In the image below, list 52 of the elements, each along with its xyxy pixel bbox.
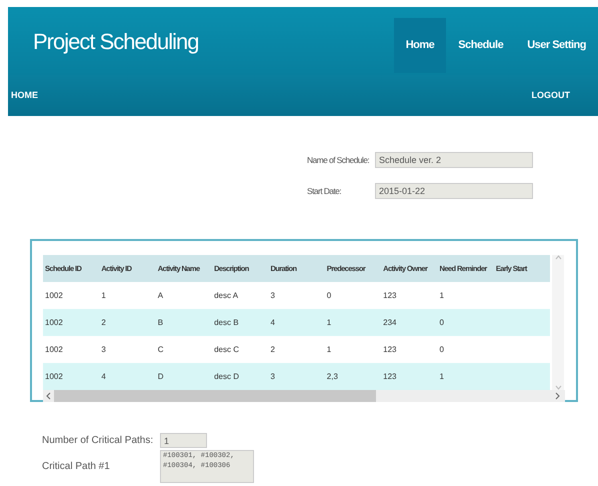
table-cell: 1002 — [45, 344, 63, 354]
table-cell: desc D — [214, 372, 239, 380]
table-cell: A — [158, 290, 164, 300]
field-label: Critical Path #1 — [42, 460, 111, 474]
home-link[interactable]: HOME — [11, 88, 38, 102]
table-cell: 1 — [440, 372, 444, 380]
app-title: Project Scheduling — [32, 28, 198, 56]
field-label: Name of Schedule: — [307, 154, 370, 166]
table-cell: 4 — [101, 372, 106, 380]
table-cell: 0 — [440, 344, 444, 354]
text-field[interactable]: 2015-01-22 — [375, 183, 533, 199]
logout-link[interactable]: LOGOUT — [532, 88, 570, 102]
scroll-up-icon[interactable] — [554, 255, 562, 260]
table-cell: 3 — [101, 344, 106, 354]
nav-tab[interactable]: Schedule — [446, 18, 516, 73]
table-cell: desc B — [214, 318, 239, 326]
table-cell: 1002 — [45, 290, 63, 300]
table-cell: D — [158, 372, 164, 380]
table-cell: 3 — [270, 290, 275, 300]
nav-tab[interactable]: Home — [394, 18, 446, 73]
table-cell: 1002 — [45, 318, 63, 326]
critical-count-field[interactable]: 1 — [160, 433, 207, 448]
vertical-scrollbar[interactable] — [552, 255, 564, 390]
table-cell: 1 — [440, 290, 444, 300]
scroll-down-icon[interactable] — [554, 385, 562, 390]
table-cell: 123 — [383, 344, 397, 354]
table-cell: 123 — [383, 290, 397, 300]
horizontal-scrollbar[interactable] — [43, 390, 565, 402]
table-cell: 1 — [326, 344, 332, 354]
table-cell: 123 — [383, 372, 397, 380]
table-cell: desc A — [214, 290, 238, 300]
table-cell: 3 — [270, 372, 275, 380]
table-cell: 1 — [101, 290, 106, 300]
table-cell: 2 — [101, 318, 106, 326]
table-cell: 4 — [270, 318, 275, 326]
scroll-left-icon[interactable] — [45, 392, 52, 400]
text-field[interactable]: Schedule ver. 2 — [375, 152, 533, 168]
table-cell: 2 — [270, 344, 275, 354]
table-cell: 1 — [326, 318, 332, 326]
table-cell: 0 — [326, 290, 332, 300]
table-cell: 234 — [383, 318, 397, 326]
table-cell: 2,3 — [326, 372, 338, 380]
scrollbar-thumb[interactable] — [54, 390, 376, 402]
field-label: Start Date: — [307, 184, 342, 198]
table-cell: B — [158, 318, 164, 326]
scroll-right-icon[interactable] — [554, 392, 561, 400]
table-cell: 1002 — [45, 372, 63, 380]
nav-tab[interactable]: User Setting — [515, 18, 598, 73]
table-cell: desc C — [214, 344, 239, 354]
field-label: Number of Critical Paths: — [42, 434, 154, 448]
table-cell: 0 — [440, 318, 444, 326]
table-cell: C — [158, 344, 164, 354]
